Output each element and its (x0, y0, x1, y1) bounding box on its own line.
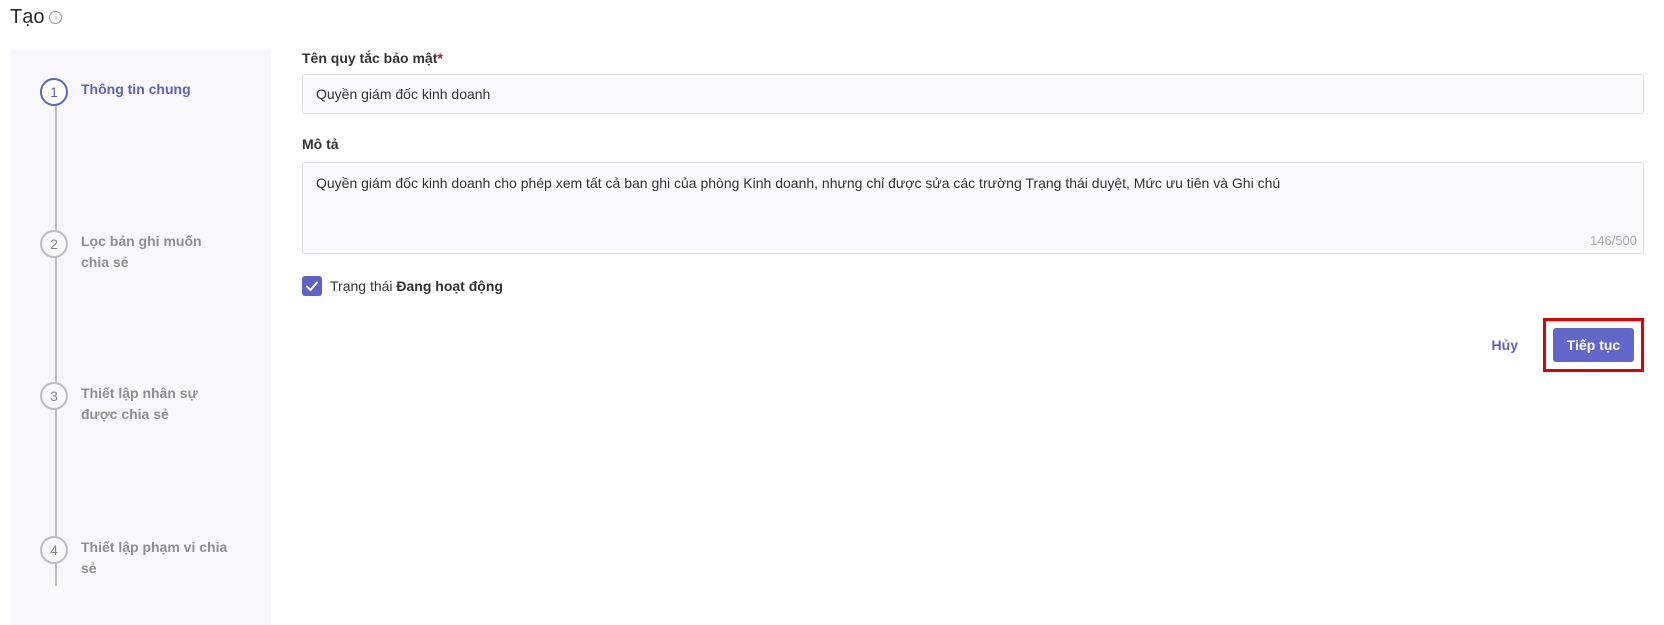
step-label: Thông tin chung (81, 81, 191, 97)
continue-button[interactable]: Tiếp tục (1553, 328, 1634, 362)
description-textarea[interactable]: Quyền giám đốc kinh doanh cho phép xem t… (303, 163, 1643, 253)
step-number-circle: 4 (40, 536, 68, 564)
general-info-form: Tên quy tắc bảo mật* Mô tả Quyền giám đố… (302, 50, 1644, 296)
stepper-sidebar: 1 Thông tin chung 2 Lọc bản ghi muốn chi… (10, 50, 271, 625)
info-circle-icon[interactable]: i (49, 11, 63, 24)
checkmark-icon (306, 281, 318, 291)
required-mark: * (437, 50, 443, 66)
status-row: Trạng thái Đang hoạt động (302, 276, 1644, 296)
description-field: Quyền giám đốc kinh doanh cho phép xem t… (302, 162, 1644, 254)
page-header: Tạo i (10, 6, 63, 29)
description-label: Mô tả (302, 136, 339, 152)
rule-name-label-text: Tên quy tắc bảo mật (302, 50, 438, 66)
step-label: Thiết lập phạm vi chia sẻ (81, 539, 228, 576)
step-4[interactable]: 4 Thiết lập phạm vi chia sẻ (40, 536, 231, 579)
step-connector-line (55, 106, 57, 586)
step-2[interactable]: 2 Lọc bản ghi muốn chia sẻ (40, 230, 231, 273)
step-label: Thiết lập nhân sự được chia sẻ (81, 385, 198, 422)
form-actions: Hủy Tiếp tục (1492, 318, 1644, 372)
status-value: Đang hoạt động (396, 278, 503, 294)
step-1[interactable]: 1 Thông tin chung (40, 78, 231, 106)
active-status-checkbox[interactable] (302, 276, 322, 296)
status-prefix: Trạng thái (330, 278, 393, 294)
step-number-circle: 3 (40, 382, 68, 410)
page-title: Tạo (10, 6, 45, 28)
highlight-box: Tiếp tục (1543, 318, 1644, 372)
rule-name-input[interactable] (302, 74, 1644, 114)
step-number-circle: 2 (40, 230, 68, 258)
cancel-button[interactable]: Hủy (1492, 337, 1518, 353)
rule-name-label: Tên quy tắc bảo mật* (302, 50, 1644, 66)
step-label: Lọc bản ghi muốn chia sẻ (81, 233, 202, 270)
step-number-circle: 1 (40, 78, 68, 106)
status-label: Trạng thái Đang hoạt động (330, 278, 503, 294)
step-3[interactable]: 3 Thiết lập nhân sự được chia sẻ (40, 382, 231, 425)
description-char-counter: 146/500 (1590, 233, 1637, 248)
